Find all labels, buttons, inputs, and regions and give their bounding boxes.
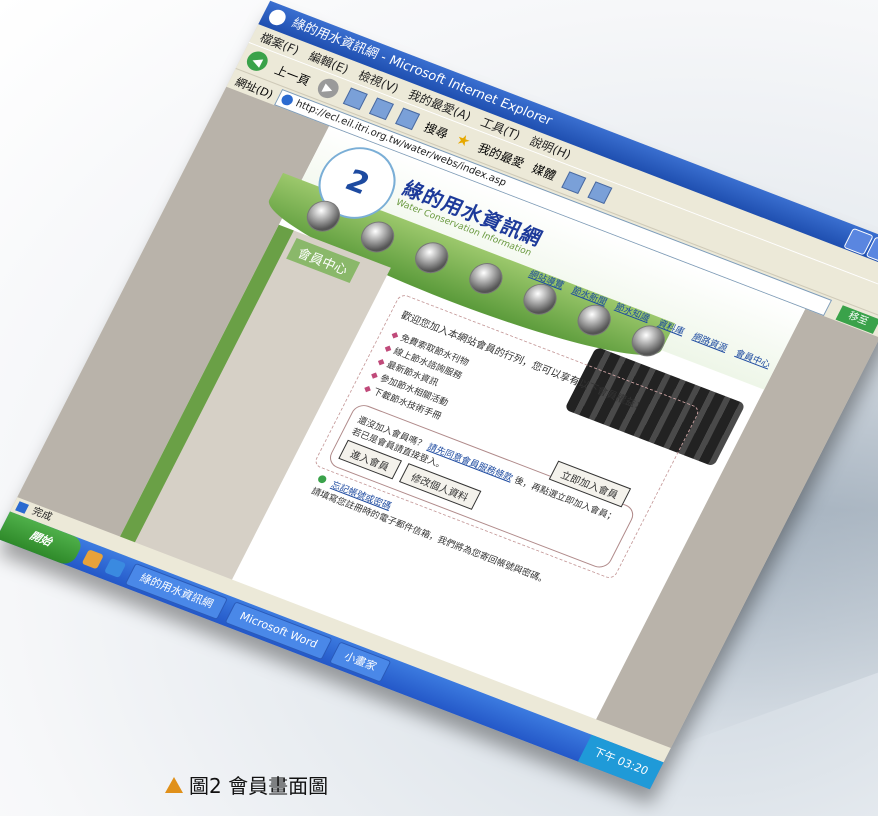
forward-arrow-icon[interactable]: ▶ — [314, 75, 343, 101]
nav-item[interactable]: 網路資源 — [691, 329, 731, 354]
ie-icon — [266, 7, 289, 28]
stop-icon[interactable] — [342, 87, 368, 111]
media-button[interactable]: 媒體 — [529, 159, 559, 183]
figure-page: { "window": { "title": "綠的用水資訊網 - Micros… — [0, 0, 878, 816]
quicklaunch-icon[interactable] — [81, 549, 104, 570]
search-button[interactable]: 搜尋 — [421, 118, 451, 142]
page-icon — [279, 93, 295, 107]
triangle-icon — [165, 776, 183, 793]
star-icon[interactable]: ★ — [453, 130, 474, 151]
modify-profile-button[interactable]: 修改個人資料 — [398, 463, 482, 510]
logo-number: 2 — [339, 163, 376, 202]
print-icon[interactable] — [586, 181, 612, 204]
back-arrow-icon[interactable]: ◀ — [243, 48, 272, 74]
bullet-icon — [316, 474, 328, 485]
refresh-icon[interactable] — [368, 97, 394, 121]
nav-item[interactable]: 會員中心 — [734, 346, 774, 371]
quicklaunch-icon[interactable] — [104, 557, 127, 578]
caption-text: 圖2 會員畫面圖 — [189, 774, 329, 798]
mail-icon[interactable] — [560, 171, 586, 194]
home-icon[interactable] — [395, 107, 421, 131]
figure-caption: 圖2 會員畫面圖 — [165, 770, 328, 799]
page-done-icon — [15, 501, 29, 514]
sidebar-strip — [112, 224, 294, 557]
